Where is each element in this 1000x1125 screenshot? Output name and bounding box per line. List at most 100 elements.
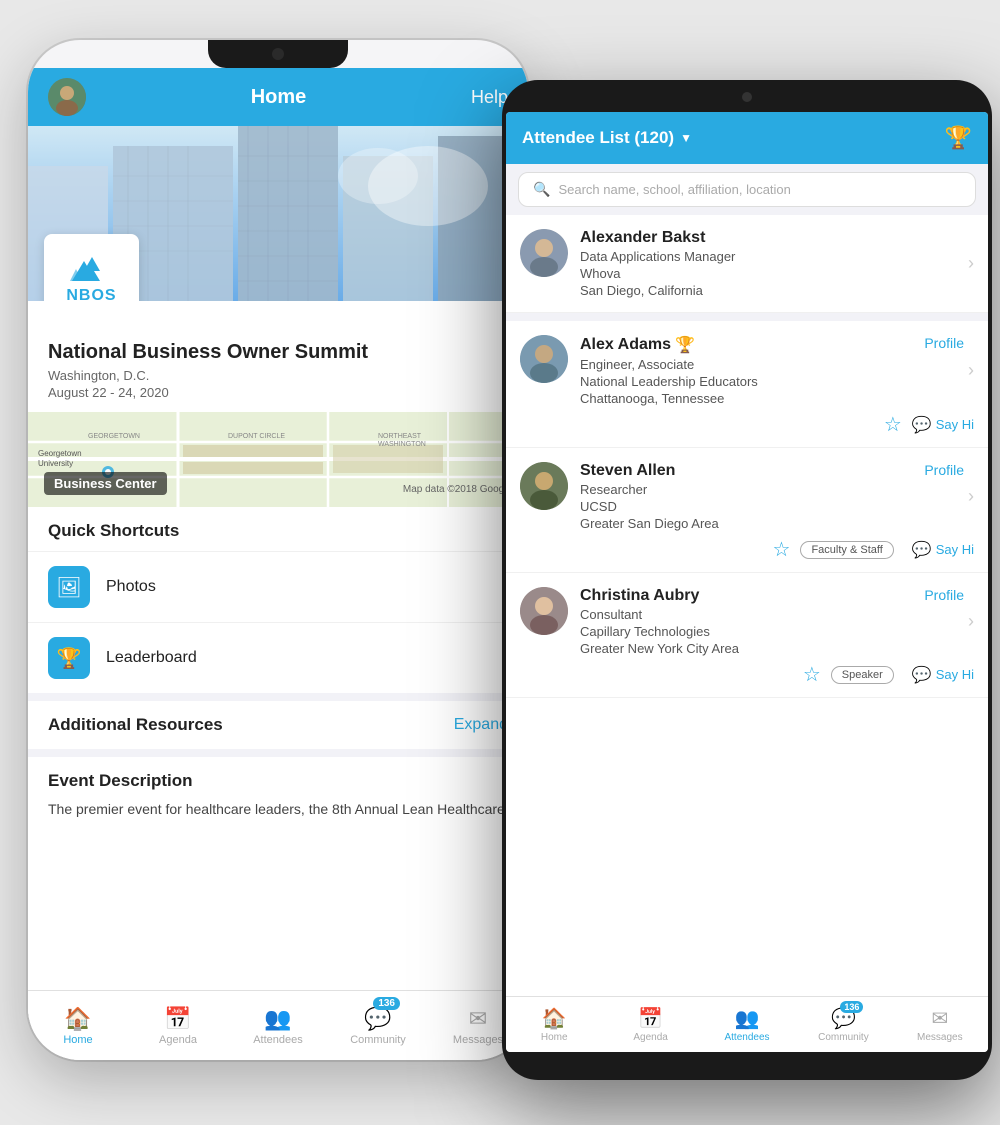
nav-attendees[interactable]: 👥 Attendees [228, 991, 328, 1060]
attendee-row-top-alex: Alex Adams 🏆 Engineer, Associate Nationa… [506, 321, 988, 406]
star-icon-christina[interactable]: ☆ [803, 662, 821, 687]
attendee-name-steven: Steven Allen [580, 462, 924, 480]
event-info-section: National Business Owner Summit Washingto… [28, 301, 528, 412]
attendee-avatar-christina [520, 587, 568, 635]
profile-btn-steven[interactable]: Profile [924, 462, 964, 478]
user-avatar[interactable] [48, 78, 86, 116]
shortcuts-title: Quick Shortcuts [28, 507, 528, 551]
attendee-list-title-text: Attendee List (120) [522, 128, 674, 148]
photos-icon: 🖼 [48, 566, 90, 608]
attendee-name-christina: Christina Aubry [580, 587, 924, 605]
attendee-role-christina: Consultant [580, 607, 924, 622]
attendee-row-top-steven: Steven Allen Researcher UCSD Greater San… [506, 448, 988, 531]
attendee-list-header: Attendee List (120) ▼ 🏆 [506, 112, 988, 164]
attendee-org-steven: UCSD [580, 499, 924, 514]
sayhi-label-alex: Say Hi [936, 417, 974, 432]
shortcut-leaderboard-label: Leaderboard [106, 649, 502, 667]
agenda-icon: 📅 [164, 1006, 191, 1032]
nav-agenda[interactable]: 📅 Agenda [128, 991, 228, 1060]
nav-messages-label: Messages [453, 1034, 503, 1046]
iphone-camera [272, 48, 284, 60]
map-location-label: Business Center [44, 472, 167, 495]
leaderboard-trophy-icon[interactable]: 🏆 [945, 125, 972, 151]
search-input-container[interactable]: 🔍 Search name, school, affiliation, loca… [518, 172, 976, 207]
list-separator-1 [506, 313, 988, 321]
android-camera [742, 92, 752, 102]
messages-icon: ✉ [469, 1006, 487, 1032]
section-divider [28, 693, 528, 701]
event-title: National Business Owner Summit [48, 341, 508, 364]
community-badge: 136 [373, 997, 400, 1010]
shortcut-leaderboard[interactable]: 🏆 Leaderboard › [28, 622, 528, 693]
attendee-search-bar: 🔍 Search name, school, affiliation, loca… [506, 164, 988, 215]
shortcut-photos-label: Photos [106, 578, 502, 596]
event-map[interactable]: GEORGETOWN DUPONT CIRCLE NORTHEAST WASHI… [28, 412, 528, 507]
android-screen: Attendee List (120) ▼ 🏆 🔍 Search name, s… [506, 112, 988, 1052]
attendee-avatar-alex [520, 335, 568, 383]
expand-button[interactable]: Expand [454, 716, 508, 734]
left-header-bar: Home Help [28, 68, 528, 126]
nav-home[interactable]: 🏠 Home [28, 991, 128, 1060]
attendee-org-alexander: Whova [580, 266, 964, 281]
android-nav-community[interactable]: 136 💬 Community [795, 997, 891, 1052]
additional-resources-section: Additional Resources Expand [28, 701, 528, 749]
attendee-role-steven: Researcher [580, 482, 924, 497]
attendee-location-steven: Greater San Diego Area [580, 516, 924, 531]
attendee-row-steven: Steven Allen Researcher UCSD Greater San… [506, 448, 988, 573]
faculty-staff-tag: Faculty & Staff [800, 541, 893, 559]
profile-btn-christina[interactable]: Profile [924, 587, 964, 603]
event-location: Washington, D.C. [48, 368, 508, 383]
shortcut-photos[interactable]: 🖼 Photos › [28, 551, 528, 622]
iphone-device: Home Help [28, 40, 528, 1060]
attendee-row-alexander: Alexander Bakst Data Applications Manage… [506, 215, 988, 313]
speaker-tag: Speaker [831, 666, 894, 684]
star-icon-steven[interactable]: ☆ [773, 537, 791, 562]
android-nav-home[interactable]: 🏠 Home [506, 997, 602, 1052]
section-divider-2 [28, 749, 528, 757]
svg-text:Georgetown: Georgetown [38, 449, 82, 458]
attendee-info-alex: Alex Adams 🏆 Engineer, Associate Nationa… [580, 335, 924, 406]
sayhi-btn-christina[interactable]: 💬 Say Hi [912, 665, 974, 685]
attendee-actions-christina: ☆ Speaker 💬 Say Hi [506, 656, 988, 697]
android-nav-agenda-label: Agenda [633, 1032, 667, 1043]
android-nav-messages[interactable]: ✉ Messages [892, 997, 988, 1052]
attendee-info-christina: Christina Aubry Consultant Capillary Tec… [580, 587, 924, 656]
android-nav-attendees-label: Attendees [724, 1032, 769, 1043]
home-icon: 🏠 [64, 1006, 91, 1032]
android-nav-attendees[interactable]: 👥 Attendees [699, 997, 795, 1052]
svg-text:University: University [38, 459, 73, 468]
sayhi-icon-steven: 💬 [912, 540, 932, 560]
iphone-screen: Home Help [28, 68, 528, 1060]
attendee-avatar-steven [520, 462, 568, 510]
sayhi-btn-steven[interactable]: 💬 Say Hi [912, 540, 974, 560]
nbos-brand-text: NBOS [44, 287, 139, 302]
android-nav-community-label: Community [818, 1032, 869, 1043]
map-data-attribution: Map data ©2018 Google [403, 484, 512, 495]
android-nav-messages-label: Messages [917, 1032, 963, 1043]
event-desc-text: The premier event for healthcare leaders… [28, 799, 528, 834]
sayhi-icon-alex: 💬 [912, 415, 932, 435]
sayhi-btn-alex[interactable]: 💬 Say Hi [912, 415, 974, 435]
svg-text:GEORGETOWN: GEORGETOWN [88, 433, 140, 440]
event-desc-title: Event Description [28, 757, 528, 799]
nav-community[interactable]: 136 💬 Community [328, 991, 428, 1060]
attendee-chevron-alexander: › [968, 253, 974, 274]
attendee-list-container: Alexander Bakst Data Applications Manage… [506, 215, 988, 991]
star-icon-alex[interactable]: ☆ [884, 412, 902, 437]
attendee-actions-alex: ☆ 💬 Say Hi [506, 406, 988, 447]
attendee-info-alexander: Alexander Bakst Data Applications Manage… [580, 229, 964, 298]
profile-btn-alex[interactable]: Profile [924, 335, 964, 351]
dropdown-arrow-icon[interactable]: ▼ [680, 131, 692, 145]
attendee-row-top-christina: Christina Aubry Consultant Capillary Tec… [506, 573, 988, 656]
attendee-actions-steven: ☆ Faculty & Staff 💬 Say Hi [506, 531, 988, 572]
left-header-title: Home [251, 86, 307, 109]
android-nav-home-label: Home [541, 1032, 568, 1043]
svg-text:WASHINGTON: WASHINGTON [378, 441, 426, 448]
android-nav-agenda[interactable]: 📅 Agenda [602, 997, 698, 1052]
attendee-name-alexander: Alexander Bakst [580, 229, 964, 247]
trophy-badge-alex: 🏆 [675, 335, 695, 355]
nav-attendees-label: Attendees [253, 1034, 303, 1046]
attendee-chevron-christina: › [968, 611, 974, 632]
left-header-help[interactable]: Help [471, 87, 508, 108]
attendee-info-steven: Steven Allen Researcher UCSD Greater San… [580, 462, 924, 531]
